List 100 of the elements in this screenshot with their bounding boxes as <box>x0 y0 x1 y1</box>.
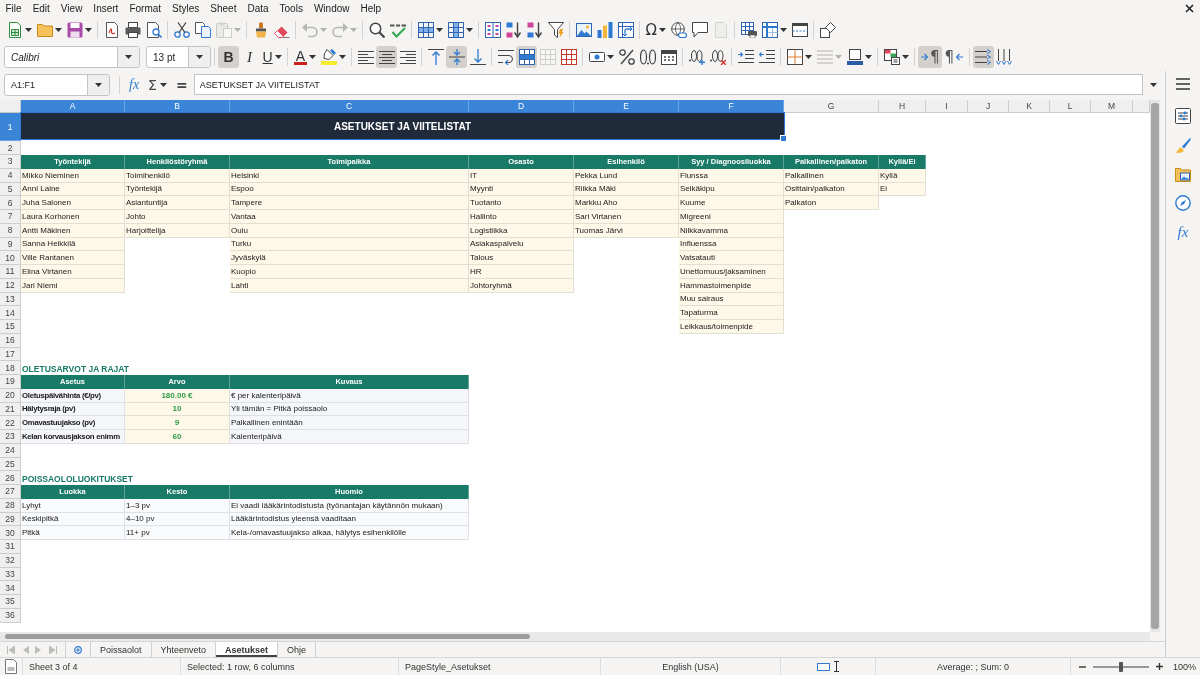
align-top-button[interactable] <box>425 46 447 68</box>
page-style[interactable]: PageStyle_Asetukset <box>405 661 491 672</box>
special-character-button[interactable]: Ω <box>643 19 669 41</box>
menu-item[interactable]: Edit <box>27 3 56 14</box>
sheet-tab[interactable]: Asetukset <box>216 642 279 657</box>
font-size-combobox[interactable]: 13 pt <box>146 46 211 68</box>
row-header[interactable]: 11 <box>0 265 21 279</box>
bold-button[interactable]: B <box>218 46 239 68</box>
align-bottom-button[interactable] <box>467 46 489 68</box>
conditional-button[interactable] <box>881 46 912 68</box>
row-header[interactable]: 22 <box>0 416 21 430</box>
borders-button[interactable] <box>784 46 815 68</box>
caret-icon <box>901 55 909 59</box>
row-button[interactable] <box>415 19 445 41</box>
unmerge-button[interactable] <box>558 46 580 68</box>
row-header[interactable]: 34 <box>0 581 21 595</box>
text-ltr-button[interactable] <box>972 46 994 68</box>
merge-center-button[interactable] <box>516 46 538 68</box>
row-header[interactable]: 1 <box>0 113 21 141</box>
row-header[interactable]: 14 <box>0 306 21 320</box>
font-name-combobox[interactable]: Calibri <box>4 46 140 68</box>
table-column-icon <box>447 22 464 38</box>
picture-icon <box>575 22 592 38</box>
function-wizard-button[interactable]: fx <box>126 74 143 95</box>
sum-button[interactable]: Σ <box>145 74 170 95</box>
horizontal-scrollbar[interactable] <box>0 632 1150 641</box>
print-area-button[interactable] <box>738 19 760 41</box>
column-header[interactable]: G <box>784 100 879 113</box>
row-header[interactable]: 35 <box>0 595 21 609</box>
row-header[interactable]: 30 <box>0 526 21 540</box>
menu-item[interactable]: Insert <box>87 3 124 14</box>
column-header[interactable]: I <box>926 100 968 113</box>
align-center-button[interactable] <box>376 46 398 68</box>
font-color-button[interactable]: A <box>291 46 319 68</box>
funnel-icon <box>547 22 564 38</box>
highlight-button[interactable] <box>318 46 349 68</box>
menu-item[interactable]: File <box>0 3 28 14</box>
caret-icon <box>233 28 241 32</box>
sort-button[interactable] <box>482 19 503 41</box>
menu-item[interactable]: Tools <box>274 3 309 14</box>
row-header[interactable]: 7 <box>0 210 21 224</box>
menu-item[interactable]: Format <box>123 3 167 14</box>
hyperlink-button[interactable] <box>668 19 690 41</box>
decimal-cross-icon <box>709 49 726 65</box>
cut-button[interactable] <box>171 19 192 41</box>
row-header[interactable]: 19 <box>0 375 21 389</box>
formula-button[interactable]: = <box>172 74 191 95</box>
underline-button[interactable]: U <box>260 46 285 68</box>
column-header[interactable]: K <box>1009 100 1050 113</box>
menu-item[interactable]: Window <box>308 3 355 14</box>
freeze-button[interactable] <box>759 19 790 41</box>
name-box[interactable]: A1:F1 <box>4 73 110 96</box>
fill-handle-icon[interactable] <box>780 135 787 142</box>
triangle-right-icon <box>35 645 43 654</box>
italic-button[interactable]: I <box>239 46 260 68</box>
row-header[interactable]: 6 <box>0 196 21 210</box>
menu-item[interactable]: Sheet <box>204 3 242 14</box>
row-header[interactable]: 26 <box>0 471 21 485</box>
copy-button[interactable] <box>192 19 213 41</box>
caret-icon <box>465 28 473 32</box>
language[interactable]: English (USA) <box>662 661 719 672</box>
menu-item[interactable]: View <box>55 3 88 14</box>
row-header[interactable]: 10 <box>0 251 21 265</box>
table-cell: Unettomuus/jaksaminen <box>679 265 784 279</box>
table-cell: Migreeni <box>679 210 784 224</box>
menu-item[interactable]: Styles <box>166 3 205 14</box>
slider-handle[interactable] <box>1119 661 1123 672</box>
search-icon <box>368 22 385 38</box>
row-header[interactable]: 23 <box>0 430 21 444</box>
vertical-scrollbar[interactable] <box>1150 100 1160 632</box>
align-middle-button[interactable] <box>446 46 468 68</box>
percent-button[interactable] <box>616 46 638 68</box>
row-header[interactable]: 31 <box>0 540 21 554</box>
menu-item[interactable]: Data <box>241 3 275 14</box>
globe-link-icon <box>670 22 687 38</box>
row-header[interactable]: 15 <box>0 320 21 334</box>
functions-tab[interactable]: fx <box>1170 219 1196 245</box>
close-button[interactable] <box>1185 4 1194 13</box>
menu-item[interactable]: Help <box>355 3 387 14</box>
pivot-table-button[interactable] <box>615 19 636 41</box>
draw-functions-button[interactable] <box>817 19 839 41</box>
column-header[interactable]: M <box>1091 100 1133 113</box>
sort-arrow-icon <box>505 22 522 38</box>
formula-input[interactable]: ASETUKSET JA VIITELISTAT <box>193 74 1143 95</box>
row-header[interactable]: 3 <box>0 155 21 169</box>
number-button[interactable] <box>637 46 659 68</box>
autofilter-button[interactable] <box>545 19 566 41</box>
row-header[interactable]: 27 <box>0 485 21 499</box>
column-header[interactable]: J <box>968 100 1009 113</box>
text-ttb-button[interactable] <box>993 46 1015 68</box>
border-color-button[interactable] <box>844 46 875 68</box>
column-button[interactable] <box>445 19 475 41</box>
zoom-level[interactable]: 100% <box>1172 661 1196 672</box>
border-color-icon <box>846 49 863 65</box>
ltr-button[interactable]: ¶ <box>918 46 942 68</box>
row-header[interactable]: 18 <box>0 361 21 375</box>
column-header[interactable]: H <box>879 100 926 113</box>
column-header[interactable]: L <box>1050 100 1091 113</box>
rtl-button[interactable]: ¶ <box>942 46 966 68</box>
row-header[interactable]: 2 <box>0 141 21 155</box>
